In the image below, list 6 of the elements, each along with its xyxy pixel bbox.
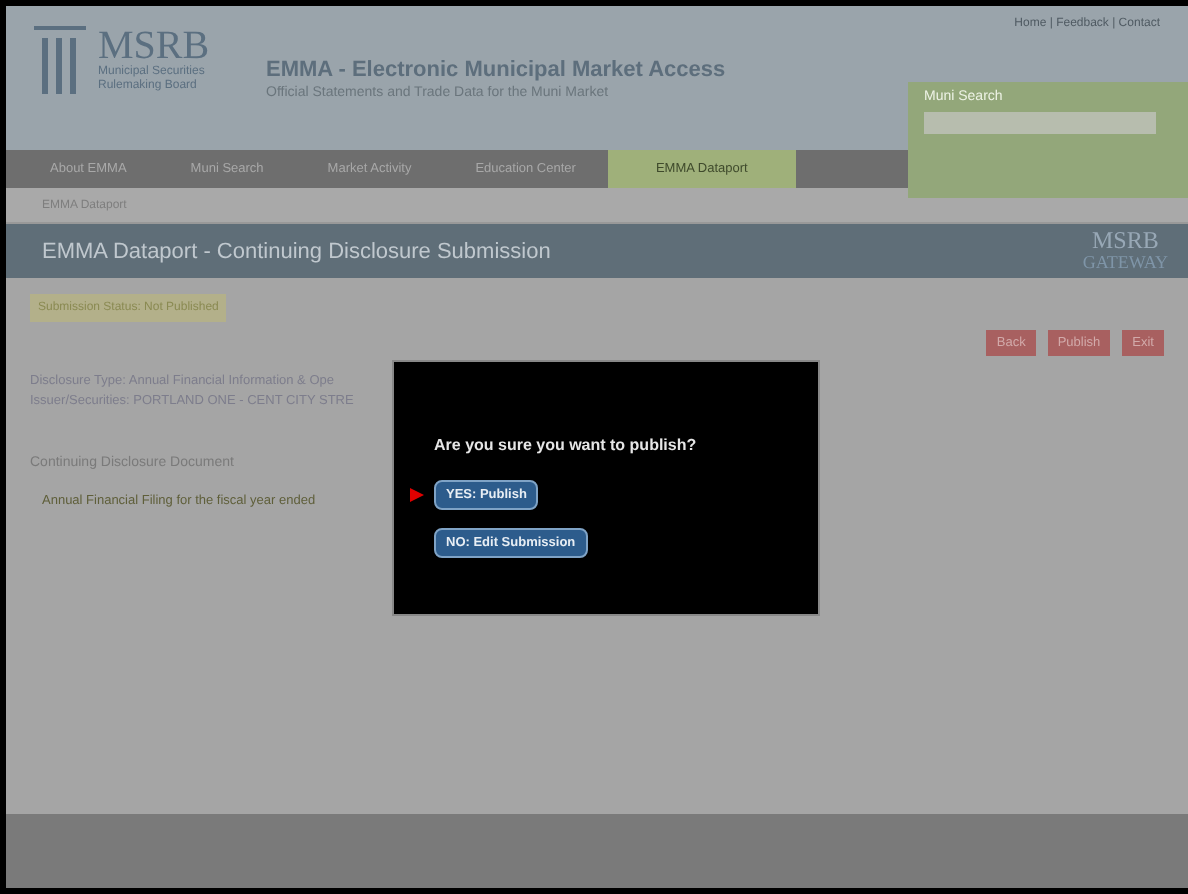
page-title: EMMA Dataport - Continuing Disclosure Submission — [42, 239, 551, 263]
dialog-question: Are you sure you want to publish? — [434, 436, 699, 454]
site-title: EMMA - Electronic Municipal Market Access — [266, 58, 726, 82]
pillar-logo-icon — [34, 26, 86, 98]
search-field[interactable] — [924, 112, 1156, 134]
logo-title: MSRB — [98, 26, 212, 66]
